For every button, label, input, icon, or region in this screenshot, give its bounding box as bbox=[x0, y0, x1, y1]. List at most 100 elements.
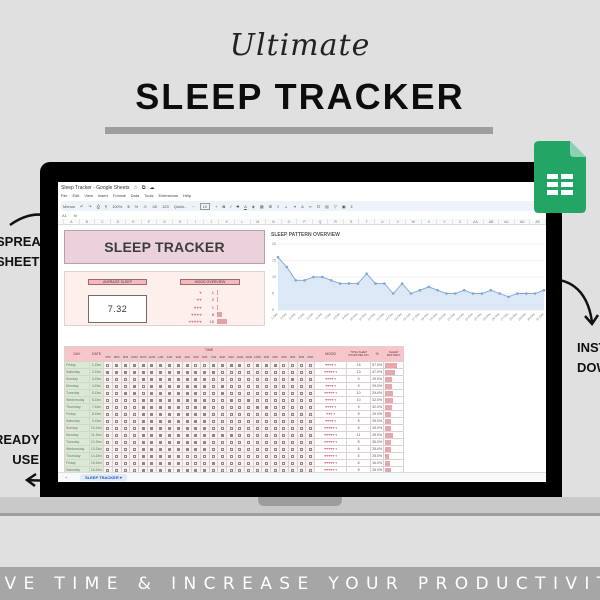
checkbox[interactable] bbox=[229, 461, 233, 465]
text-color-button[interactable]: A bbox=[244, 204, 247, 209]
checkbox[interactable] bbox=[264, 377, 268, 381]
valign-icon[interactable]: ⇣ bbox=[284, 204, 287, 209]
checkbox[interactable] bbox=[229, 440, 233, 444]
checkbox-checked[interactable] bbox=[106, 370, 110, 374]
column-header[interactable]: AD bbox=[515, 219, 531, 224]
checkbox[interactable] bbox=[229, 447, 233, 451]
mood-select[interactable]: ♥♥♥♥ ▾ bbox=[314, 382, 348, 390]
checkbox-checked[interactable] bbox=[167, 447, 171, 451]
checkbox-checked[interactable] bbox=[273, 363, 277, 367]
checkbox[interactable] bbox=[264, 419, 268, 423]
checkbox-checked[interactable] bbox=[203, 433, 207, 437]
checkbox[interactable] bbox=[106, 405, 110, 409]
checkbox-checked[interactable] bbox=[176, 426, 180, 430]
column-header[interactable]: B bbox=[80, 219, 96, 224]
checkbox[interactable] bbox=[264, 412, 268, 416]
checkbox-checked[interactable] bbox=[176, 454, 180, 458]
checkbox[interactable] bbox=[132, 454, 136, 458]
checkbox[interactable] bbox=[211, 426, 215, 430]
checkbox[interactable] bbox=[308, 461, 312, 465]
checkbox[interactable] bbox=[238, 454, 242, 458]
checkbox-checked[interactable] bbox=[203, 412, 207, 416]
checkbox[interactable] bbox=[255, 447, 259, 451]
checkbox[interactable] bbox=[141, 391, 145, 395]
merge-cells-icon[interactable]: ⊞ bbox=[269, 204, 272, 209]
column-header[interactable]: L bbox=[235, 219, 251, 224]
italic-button[interactable]: I bbox=[230, 204, 231, 209]
percent-format-button[interactable]: % bbox=[135, 204, 139, 209]
checkbox-checked[interactable] bbox=[159, 447, 163, 451]
checkbox[interactable] bbox=[123, 426, 127, 430]
checkbox[interactable] bbox=[264, 433, 268, 437]
checkbox[interactable] bbox=[299, 461, 303, 465]
rotate-icon[interactable]: A bbox=[301, 204, 304, 209]
data-point[interactable] bbox=[462, 288, 466, 292]
checkbox[interactable] bbox=[123, 398, 127, 402]
checkbox[interactable] bbox=[115, 426, 119, 430]
checkbox-checked[interactable] bbox=[211, 363, 215, 367]
mood-select[interactable]: ♥♥♥♥♥ ▾ bbox=[314, 424, 348, 432]
mood-select[interactable]: ♥♥♥♥ ▾ bbox=[314, 403, 348, 411]
checkbox-checked[interactable] bbox=[176, 447, 180, 451]
checkbox-checked[interactable] bbox=[220, 391, 224, 395]
checkbox[interactable] bbox=[123, 447, 127, 451]
column-header[interactable]: AA bbox=[468, 219, 484, 224]
checkbox-checked[interactable] bbox=[176, 405, 180, 409]
checkbox[interactable] bbox=[291, 398, 295, 402]
checkbox-checked[interactable] bbox=[159, 370, 163, 374]
checkbox[interactable] bbox=[238, 433, 242, 437]
checkbox[interactable] bbox=[220, 412, 224, 416]
checkbox[interactable] bbox=[238, 440, 242, 444]
column-header[interactable]: A bbox=[64, 219, 80, 224]
data-point[interactable] bbox=[400, 282, 404, 285]
checkbox[interactable] bbox=[106, 384, 110, 388]
menu-extensions[interactable]: Extensions bbox=[158, 193, 178, 198]
checkbox[interactable] bbox=[132, 377, 136, 381]
column-header[interactable]: S bbox=[344, 219, 360, 224]
checkbox[interactable] bbox=[115, 377, 119, 381]
checkbox[interactable] bbox=[203, 461, 207, 465]
checkbox[interactable] bbox=[247, 440, 251, 444]
move-icon[interactable]: ⧉ bbox=[142, 185, 146, 191]
checkbox-checked[interactable] bbox=[185, 363, 189, 367]
checkbox[interactable] bbox=[115, 440, 119, 444]
sheet-tab-sleep-tracker[interactable]: SLEEP TRACKER ▾ bbox=[80, 474, 127, 481]
menu-view[interactable]: View bbox=[84, 193, 93, 198]
checkbox[interactable] bbox=[247, 433, 251, 437]
checkbox[interactable] bbox=[264, 447, 268, 451]
checkbox-checked[interactable] bbox=[176, 398, 180, 402]
checkbox-checked[interactable] bbox=[167, 370, 171, 374]
mood-select[interactable]: ♥♥♥♥♥ ▾ bbox=[314, 452, 348, 460]
menus-search[interactable]: Menus bbox=[63, 204, 75, 209]
mood-select[interactable]: ♥♥♥♥ ▾ bbox=[314, 361, 348, 369]
checkbox[interactable] bbox=[247, 363, 251, 367]
checkbox-checked[interactable] bbox=[203, 377, 207, 381]
checkbox-checked[interactable] bbox=[132, 370, 136, 374]
checkbox[interactable] bbox=[273, 377, 277, 381]
checkbox-checked[interactable] bbox=[194, 370, 198, 374]
checkbox[interactable] bbox=[123, 377, 127, 381]
bold-button[interactable]: B bbox=[222, 204, 225, 209]
checkbox-checked[interactable] bbox=[141, 412, 145, 416]
checkbox[interactable] bbox=[299, 391, 303, 395]
checkbox-checked[interactable] bbox=[176, 419, 180, 423]
checkbox[interactable] bbox=[255, 370, 259, 374]
column-header[interactable]: C bbox=[95, 219, 111, 224]
checkbox[interactable] bbox=[291, 419, 295, 423]
checkbox[interactable] bbox=[255, 384, 259, 388]
data-point[interactable] bbox=[533, 292, 537, 295]
checkbox-checked[interactable] bbox=[159, 363, 163, 367]
data-point[interactable] bbox=[480, 292, 484, 295]
checkbox[interactable] bbox=[238, 377, 242, 381]
checkbox[interactable] bbox=[194, 461, 198, 465]
checkbox[interactable] bbox=[282, 433, 286, 437]
mood-select[interactable]: ♥♥♥♥♥ ▾ bbox=[314, 389, 348, 397]
data-point[interactable] bbox=[516, 292, 519, 295]
checkbox[interactable] bbox=[220, 454, 224, 458]
mood-select[interactable]: ♥♥♥♥ ▾ bbox=[314, 375, 348, 383]
column-header[interactable]: P bbox=[297, 219, 313, 224]
checkbox[interactable] bbox=[220, 426, 224, 430]
checkbox-checked[interactable] bbox=[141, 363, 145, 367]
checkbox[interactable] bbox=[106, 398, 110, 402]
checkbox[interactable] bbox=[115, 405, 119, 409]
